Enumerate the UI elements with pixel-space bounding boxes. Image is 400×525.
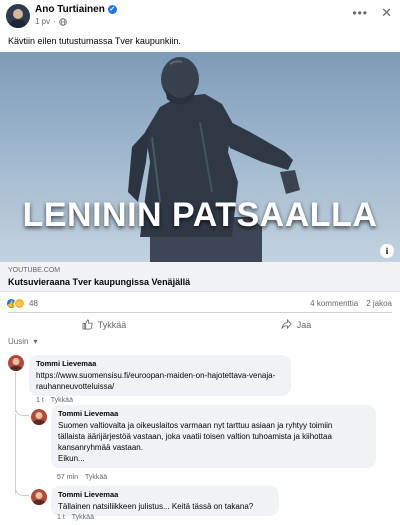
comment-meta: 57 min Tykkää — [57, 474, 107, 481]
post-text: Kävtiin eilen tutustumassa Tver kaupunki… — [8, 36, 181, 46]
comment-like-button[interactable]: Tykkää — [51, 397, 73, 404]
link-preview[interactable]: YOUTUBE.COM Kutsuvieraana Tver kaupungis… — [0, 262, 400, 292]
link-thumbnail-image[interactable]: LENININ PATSAALLA i — [0, 52, 400, 262]
comment-bubble: Tommi Lievemaa https://www.suomensisu.fi… — [29, 355, 291, 396]
like-button[interactable]: Tykkää — [8, 313, 200, 336]
shares-count[interactable]: 2 jakoa — [366, 299, 392, 308]
commenter-avatar[interactable] — [8, 355, 24, 371]
reaction-count: 48 — [29, 299, 38, 308]
comment-meta: 1 t Tykkää — [36, 397, 73, 404]
close-icon[interactable]: ✕ — [381, 5, 392, 21]
hero-overlay-text: LENININ PATSAALLA — [22, 196, 378, 234]
thread-connector — [15, 400, 29, 416]
comment-time[interactable]: 1 t — [57, 514, 65, 521]
share-arrow-icon — [281, 319, 292, 330]
more-options-icon[interactable]: ••• — [352, 6, 368, 20]
info-icon[interactable]: i — [380, 244, 394, 258]
comment-author[interactable]: Tommi Lievemaa — [58, 409, 369, 418]
comment-bubble: Tommi Lievemaa Tällainen natsiliikkeen j… — [51, 486, 279, 516]
comments-sort-dropdown[interactable]: Uusin ▾ — [8, 337, 37, 346]
comment-like-button[interactable]: Tykkää — [72, 514, 94, 521]
verified-badge-icon: ✓ — [107, 5, 117, 14]
post-time[interactable]: 1 pv — [35, 17, 50, 26]
thumbs-up-icon — [82, 319, 93, 330]
comment-text: Suomen valtiovalta ja oikeuslaitos varma… — [58, 421, 333, 463]
engagement-stats: 4 kommenttia 2 jakoa — [310, 299, 392, 308]
comment-meta: 1 t Tykkää — [57, 514, 94, 521]
comment-text: Tällainen natsiliikkeen julistus... Keit… — [58, 502, 254, 511]
link-domain: YOUTUBE.COM — [8, 267, 61, 274]
comment-author[interactable]: Tommi Lievemaa — [58, 490, 272, 499]
commenter-avatar[interactable] — [31, 489, 47, 505]
author-name[interactable]: Ano Turtiainen ✓ — [35, 4, 117, 15]
thread-connector — [15, 480, 29, 496]
chevron-down-icon: ▾ — [33, 337, 38, 346]
like-button-label: Tykkää — [97, 319, 127, 330]
haha-reaction-icon: ☺ — [14, 298, 25, 309]
author-avatar[interactable] — [6, 4, 30, 28]
link-title[interactable]: Kutsuvieraana Tver kaupungissa Venäjällä — [8, 277, 190, 287]
comment-author[interactable]: Tommi Lievemaa — [36, 359, 284, 368]
post-meta: 1 pv · — [35, 17, 67, 26]
comments-count[interactable]: 4 kommenttia — [310, 299, 358, 308]
post-header: Ano Turtiainen ✓ 1 pv · ••• ✕ — [0, 0, 400, 34]
comment-text: https://www.suomensisu.fi/euroopan-maide… — [36, 371, 276, 391]
comment-time[interactable]: 57 min — [57, 474, 78, 481]
globe-icon — [59, 17, 67, 26]
share-button-label: Jaa — [296, 319, 312, 330]
comment-time[interactable]: 1 t — [36, 397, 44, 404]
comment-bubble: Tommi Lievemaa Suomen valtiovalta ja oik… — [51, 405, 376, 468]
comment-like-button[interactable]: Tykkää — [85, 474, 107, 481]
post-actions: Tykkää Jaa — [8, 312, 392, 336]
commenter-avatar[interactable] — [31, 409, 47, 425]
share-button[interactable]: Jaa — [200, 313, 392, 336]
reactions-summary[interactable]: 👍 ☺ 48 — [6, 298, 38, 309]
